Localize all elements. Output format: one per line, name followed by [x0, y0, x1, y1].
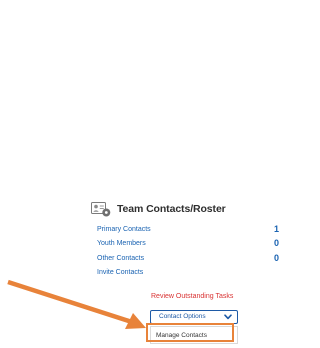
panel-title: Team Contacts/Roster [117, 203, 226, 215]
contact-options-dropdown[interactable]: Contact Options [150, 310, 238, 324]
youth-members-count: 0 [273, 238, 279, 248]
chevron-down-icon [224, 314, 232, 320]
contacts-settings-icon [91, 201, 111, 216]
primary-contacts-link[interactable]: Primary Contacts [97, 226, 151, 233]
team-contacts-panel: Team Contacts/Roster Primary Contacts 1 … [0, 0, 288, 348]
manage-contacts-menu-item[interactable]: Manage Contacts [156, 332, 207, 339]
other-contacts-link[interactable]: Other Contacts [97, 255, 144, 262]
other-contacts-count: 0 [273, 253, 279, 263]
annotation-arrow [7, 279, 146, 329]
contact-row-youth: Youth Members 0 [97, 238, 283, 253]
review-outstanding-tasks-link[interactable]: Review Outstanding Tasks [151, 293, 233, 300]
contact-options-menu: Manage Contacts [150, 326, 238, 344]
panel-header: Team Contacts/Roster [91, 200, 226, 218]
youth-members-link[interactable]: Youth Members [97, 240, 146, 247]
invite-contacts-link[interactable]: Invite Contacts [97, 269, 143, 276]
contact-row-other: Other Contacts 0 [97, 253, 283, 268]
contact-row-primary: Primary Contacts 1 [97, 224, 283, 239]
contact-options-label: Contact Options [159, 313, 206, 320]
primary-contacts-count: 1 [273, 224, 279, 234]
